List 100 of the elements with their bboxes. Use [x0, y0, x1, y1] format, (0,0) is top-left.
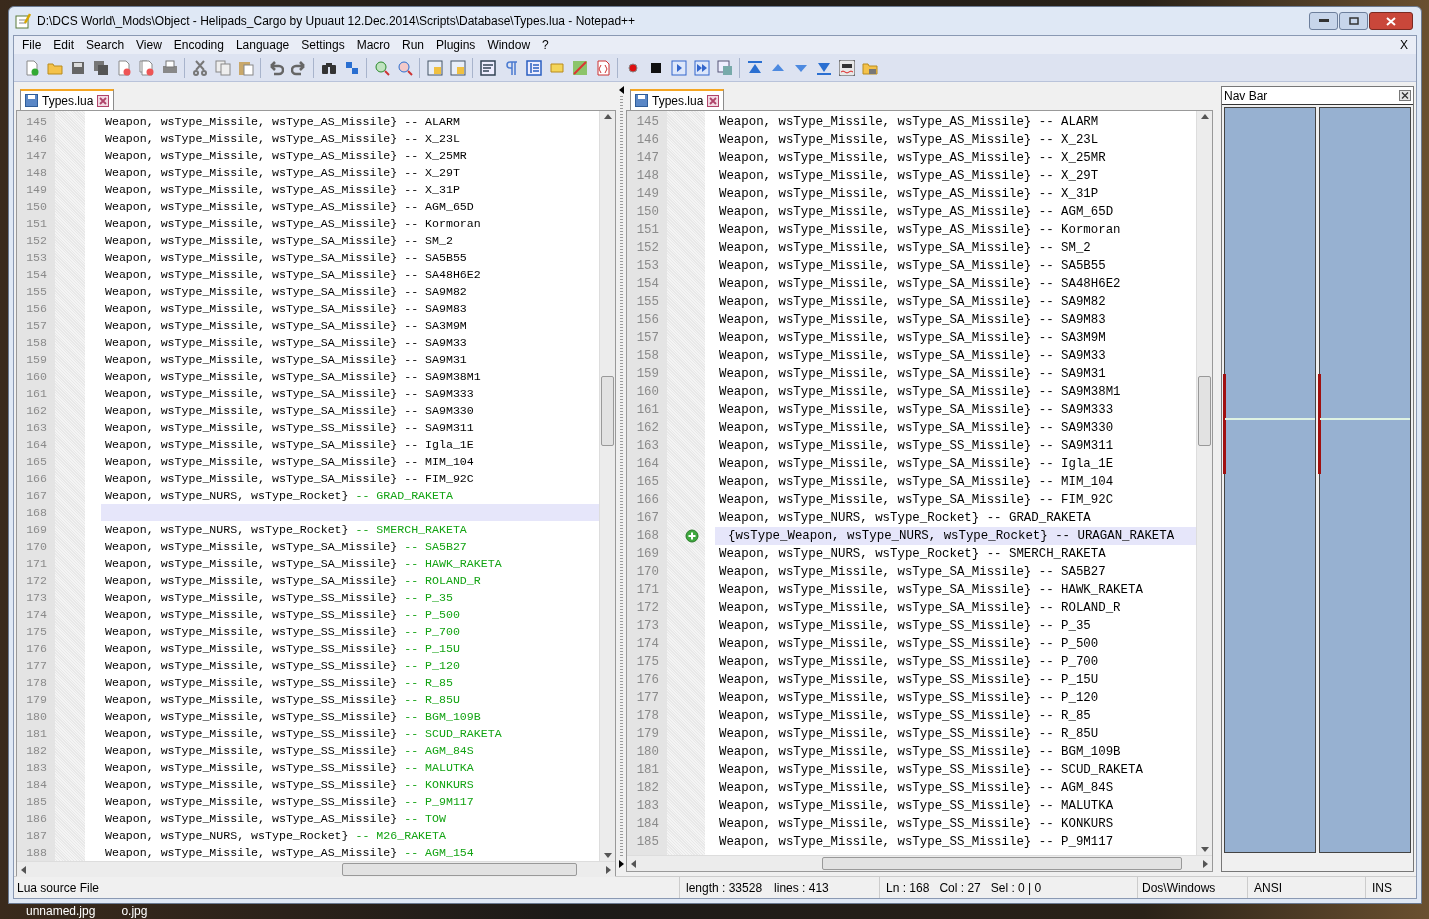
line-number: 148 [635, 167, 659, 185]
line-number: 178 [635, 707, 659, 725]
code-line: Weapon, wsType_Missile, wsType_SS_Missile} -- BGM_109B [105, 708, 481, 725]
vertical-scrollbar[interactable] [1196, 111, 1212, 855]
menu-item[interactable]: Settings [295, 36, 351, 54]
menu-item[interactable]: Language [229, 36, 296, 54]
notepad-icon [15, 13, 31, 29]
line-number: 155 [635, 293, 659, 311]
nav-bar-column[interactable] [1319, 107, 1411, 853]
file-tab[interactable]: Types.lua [20, 89, 115, 110]
line-number: 162 [25, 402, 47, 419]
menu-item[interactable]: Search [80, 36, 131, 54]
code-line: Weapon, wsType_Missile, wsType_AS_Missile} -- X_23L [105, 130, 460, 147]
line-number: 164 [635, 455, 659, 473]
menu-item[interactable]: File [16, 36, 48, 54]
code-line: {wsType_Weapon, wsType_NURS, wsType_Rocket} -- URAGAN_RAKETA [727, 527, 1175, 545]
menu-item[interactable]: Encoding [167, 36, 230, 54]
code-line: Weapon, wsType_Missile, wsType_SA_Missile} -- SA9M31 [719, 365, 1106, 383]
code-line: Weapon, wsType_Missile, wsType_SA_Missile} -- ROLAND_R [105, 572, 481, 589]
code-line: Weapon, wsType_NURS, wsType_Rocket} -- GRAD_RAKETA [719, 509, 1091, 527]
code-line: Weapon, wsType_Missile, wsType_SS_Missile} -- P_500 [719, 635, 1099, 653]
line-number: 153 [635, 257, 659, 275]
line-number: 177 [635, 689, 659, 707]
line-number: 181 [635, 761, 659, 779]
line-number: 181 [25, 725, 47, 742]
menu-item[interactable]: Window [481, 36, 537, 54]
line-number: 147 [635, 149, 659, 167]
scroll-right-icon[interactable] [606, 865, 612, 874]
line-number: 163 [635, 437, 659, 455]
line-number: 182 [25, 742, 47, 759]
status-text: INS [1372, 879, 1392, 897]
code-line: Weapon, wsType_Missile, wsType_AS_Missile} -- X_31P [719, 185, 1099, 203]
minimize-button[interactable] [1309, 12, 1338, 30]
line-number: 158 [635, 347, 659, 365]
file-tab[interactable]: Types.lua [630, 89, 725, 110]
close-document-button[interactable]: X [1394, 36, 1414, 54]
code-line: Weapon, wsType_Missile, wsType_AS_Missile} -- X_23L [719, 131, 1099, 149]
scroll-thumb[interactable] [1198, 376, 1211, 446]
line-number: 162 [635, 419, 659, 437]
line-number: 183 [25, 759, 47, 776]
line-number: 168 [25, 504, 47, 521]
code-line: Weapon, wsType_Missile, wsType_AS_Missile} -- Kormoran [719, 221, 1121, 239]
scroll-thumb[interactable] [822, 857, 1182, 870]
splitter-left-icon[interactable] [618, 86, 624, 94]
scroll-left-icon[interactable] [20, 865, 26, 874]
code-line: Weapon, wsType_Missile, wsType_SS_Missile} -- P_500 [105, 606, 460, 623]
code-line: Weapon, wsType_Missile, wsType_AS_Missile} -- X_29T [719, 167, 1099, 185]
line-number: 147 [25, 147, 47, 164]
menu-item[interactable]: Edit [47, 36, 81, 54]
scroll-up-icon[interactable] [1200, 113, 1209, 119]
horizontal-scrollbar[interactable] [627, 855, 1212, 871]
desktop-file-label[interactable]: unnamed.jpg [26, 904, 96, 919]
scroll-left-icon[interactable] [630, 859, 636, 868]
code-line: Weapon, wsType_Missile, wsType_SS_Missile} -- P_35 [719, 617, 1091, 635]
code-line: Weapon, wsType_Missile, wsType_AS_Missile} -- X_31P [105, 181, 460, 198]
status-text: Dos\Windows [1142, 879, 1216, 897]
line-number: 154 [635, 275, 659, 293]
scroll-up-icon[interactable] [603, 113, 612, 119]
line-number: 180 [635, 743, 659, 761]
menu-item[interactable]: ? [536, 36, 555, 54]
close-icon[interactable] [1399, 90, 1411, 101]
menu-item[interactable]: Plugins [430, 36, 482, 54]
scroll-thumb[interactable] [342, 863, 577, 876]
code-line: Weapon, wsType_Missile, wsType_SS_Missile} -- P_700 [719, 653, 1099, 671]
nav-bar-column[interactable] [1224, 107, 1316, 853]
code-line: Weapon, wsType_Missile, wsType_SS_Missile} -- P_9M117 [105, 793, 474, 810]
line-number: 168 [635, 527, 659, 545]
menu-item[interactable]: Macro [350, 36, 396, 54]
code-line: Weapon, wsType_Missile, wsType_SA_Missile} -- SA5B27 [105, 538, 467, 555]
splitter-right-icon[interactable] [618, 860, 624, 868]
scroll-thumb[interactable] [601, 376, 614, 446]
menu-item[interactable]: Run [396, 36, 430, 54]
window-title: D:\DCS World\_Mods\Object - Helipads_Cargo by Upuaut 12.Dec.2014\Scripts\Database\Types.lua - Notepad++ [37, 13, 637, 30]
menu-item[interactable]: View [130, 36, 168, 54]
desktop-file-label[interactable]: o.jpg [121, 904, 148, 919]
line-number: 172 [25, 572, 47, 589]
code-line: Weapon, wsType_Missile, wsType_SS_Missile} -- P_15U [719, 671, 1099, 689]
line-number: 185 [635, 833, 659, 851]
vertical-scrollbar[interactable] [599, 111, 615, 861]
status-text: length : 33528 [686, 879, 763, 897]
line-number: 157 [25, 317, 47, 334]
code-line: Weapon, wsType_Missile, wsType_SA_Missile} -- HAWK_RAKETA [719, 581, 1143, 599]
maximize-button[interactable] [1339, 12, 1368, 30]
horizontal-scrollbar[interactable] [17, 861, 615, 877]
close-button[interactable] [1369, 12, 1413, 30]
line-number: 172 [635, 599, 659, 617]
close-icon[interactable] [97, 94, 110, 107]
scroll-down-icon[interactable] [603, 853, 612, 859]
scroll-right-icon[interactable] [1203, 859, 1209, 868]
code-line: Weapon, wsType_Missile, wsType_SA_Missile} -- ROLAND_R [719, 599, 1121, 617]
code-line: Weapon, wsType_Missile, wsType_SA_Missile} -- SA5B55 [105, 249, 467, 266]
scroll-down-icon[interactable] [1200, 847, 1209, 853]
code-line: Weapon, wsType_Missile, wsType_SS_Missile} -- SCUD_RAKETA [719, 761, 1143, 779]
code-line: Weapon, wsType_Missile, wsType_AS_Missile} -- ALARM [105, 113, 460, 130]
line-number: 171 [635, 581, 659, 599]
close-icon[interactable] [707, 94, 720, 107]
code-line: Weapon, wsType_Missile, wsType_AS_Missile} -- Kormoran [105, 215, 481, 232]
code-line: Weapon, wsType_Missile, wsType_SS_Missile} -- KONKURS [105, 776, 474, 793]
line-number: 169 [635, 545, 659, 563]
line-number: 145 [25, 113, 47, 130]
